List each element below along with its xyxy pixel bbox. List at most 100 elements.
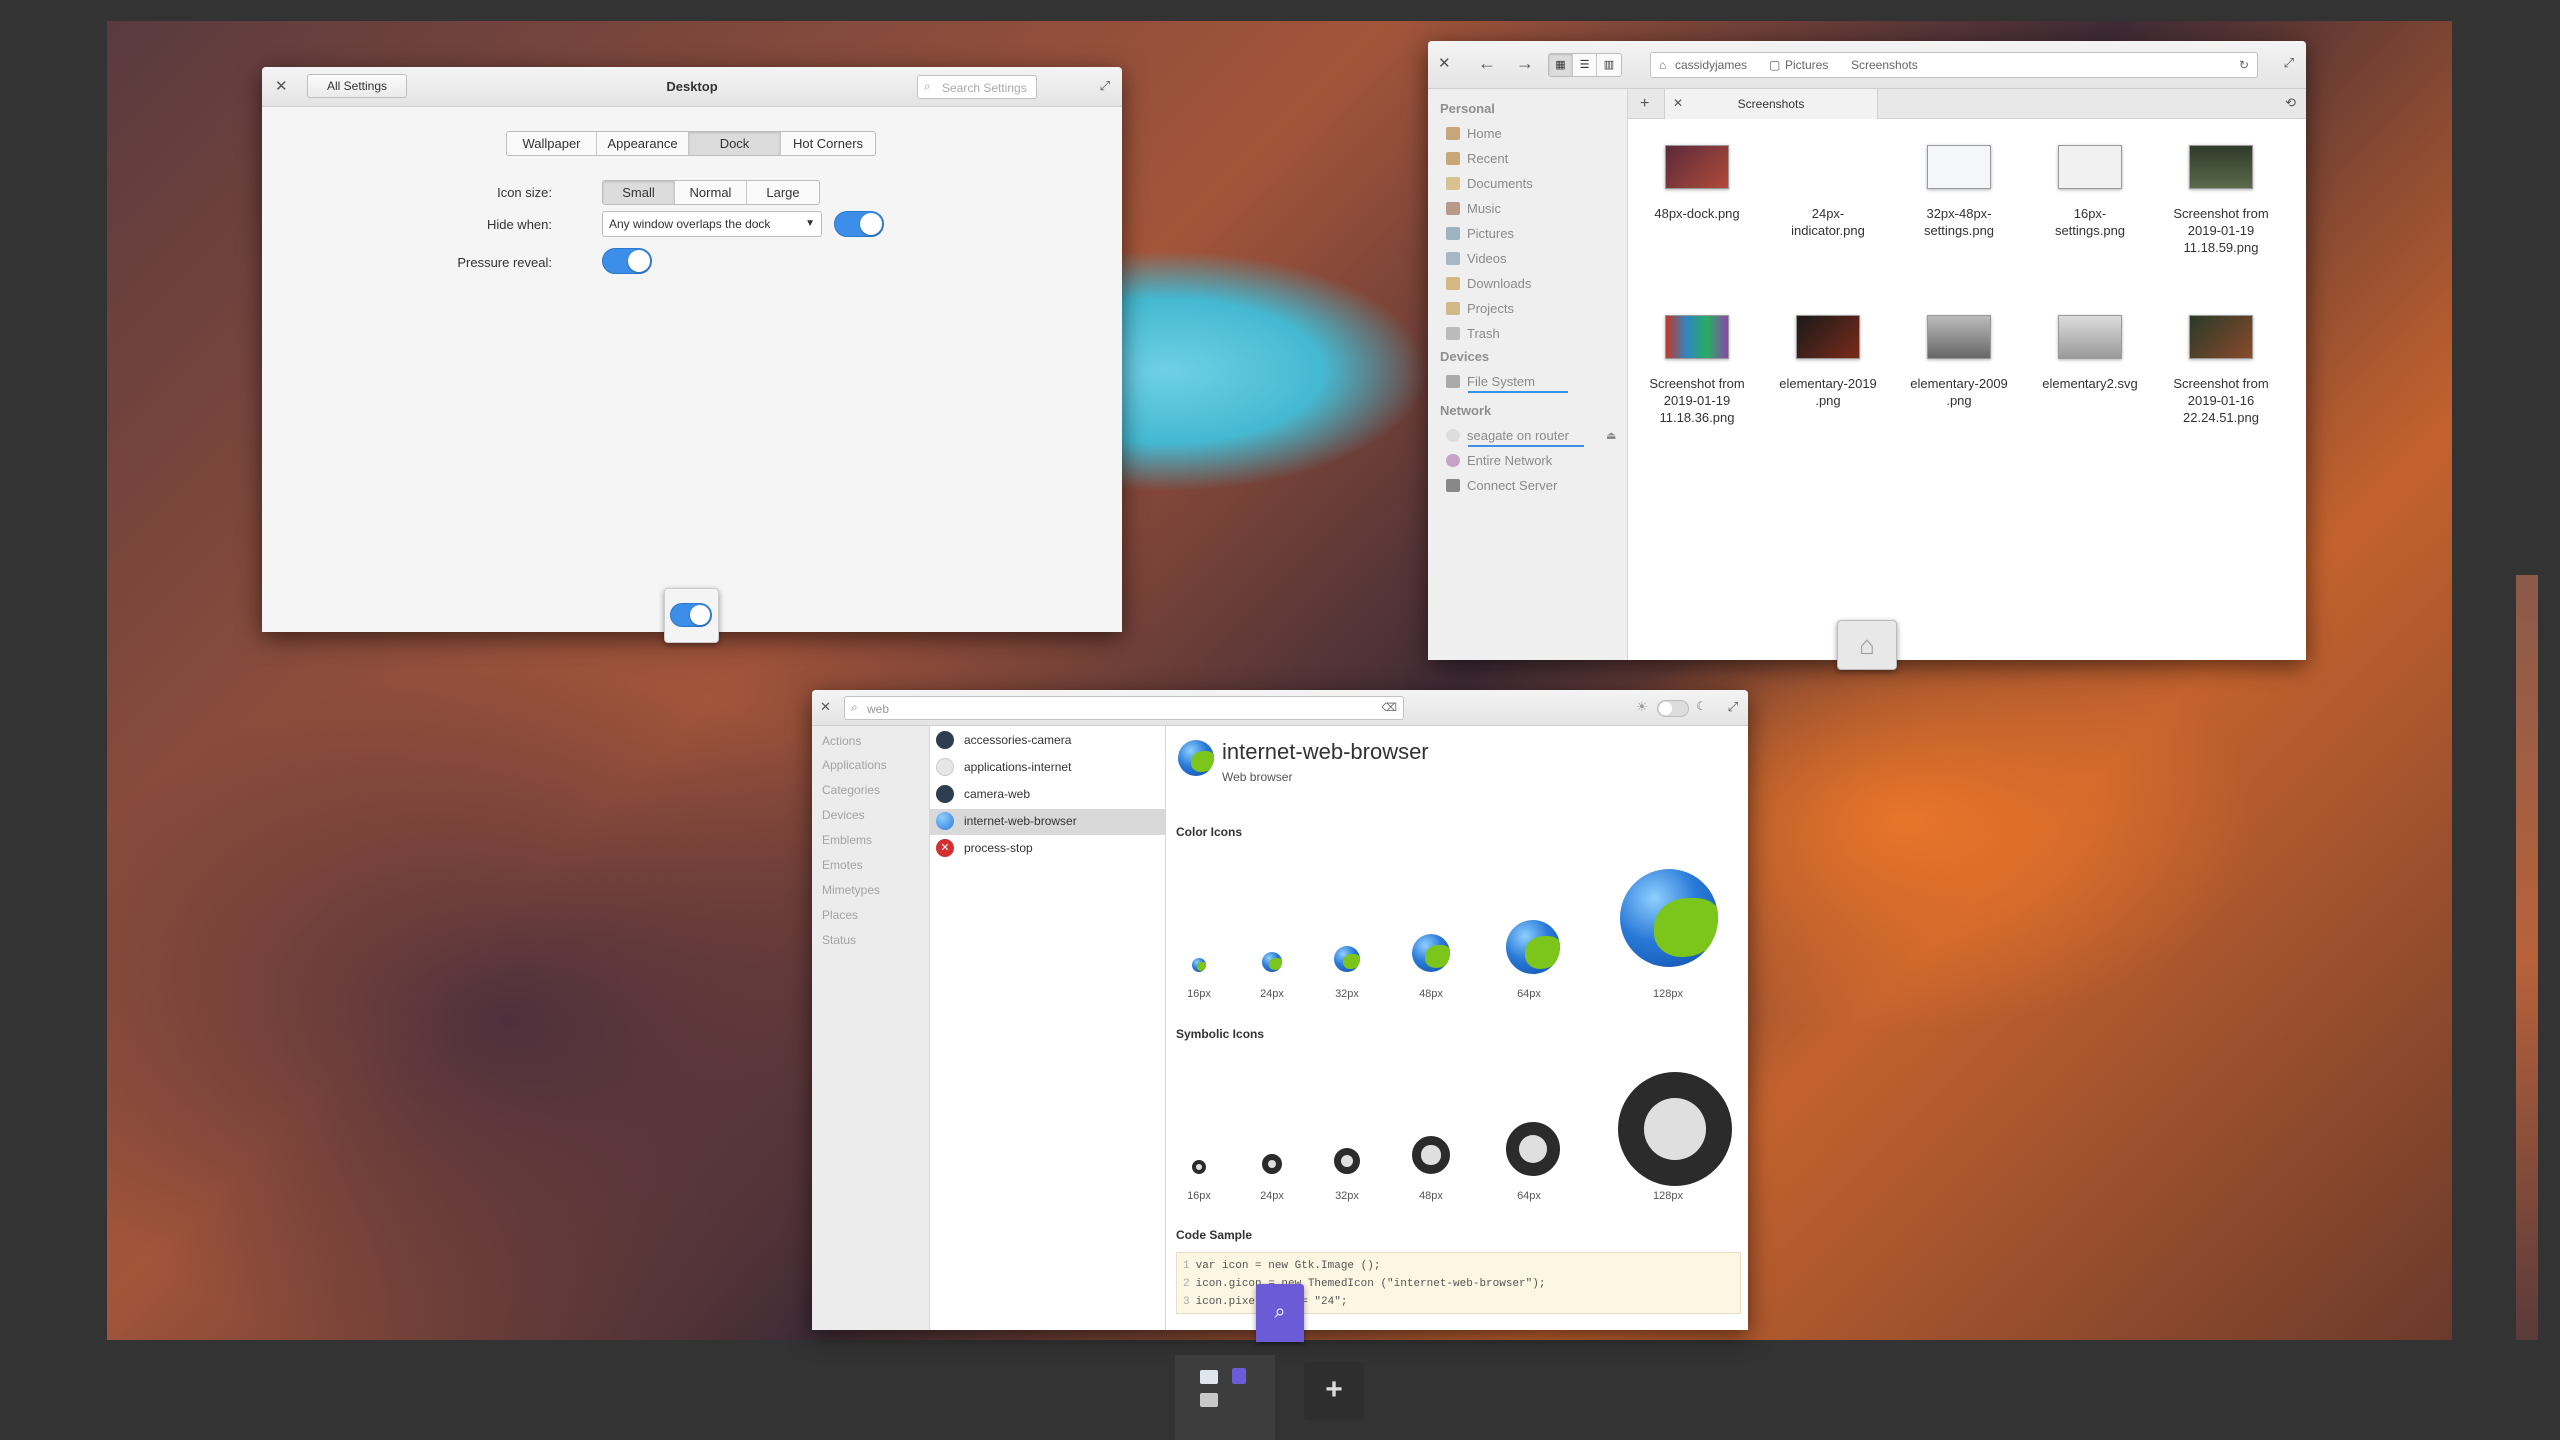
tab-appearance[interactable]: Appearance — [597, 132, 689, 155]
file-item[interactable]: elementary2.svg — [2027, 315, 2153, 392]
list-item[interactable]: accessories-camera — [936, 731, 1071, 749]
size-label: 128px — [1653, 1190, 1683, 1202]
new-tab-icon[interactable]: + — [1640, 96, 1649, 112]
maximize-icon[interactable]: ⤢ — [1728, 700, 1738, 713]
sidebar-item-projects[interactable]: Projects — [1446, 301, 1514, 316]
dark-mode-switch[interactable] — [1657, 700, 1689, 717]
hide-when-dropdown[interactable]: Any window overlaps the dock ▼ — [602, 211, 822, 237]
eject-icon[interactable]: ⏏ — [1606, 429, 1616, 442]
search-settings-input[interactable]: ⌕ Search Settings — [917, 75, 1037, 99]
files-window: ✕ ← → ▦ ☰ ▥ ⌂ cassidyjames ▢ Pictures Sc… — [1428, 41, 2306, 660]
file-item[interactable]: 24px-indicator.png — [1765, 145, 1891, 239]
sidebar-item-file-system[interactable]: File System — [1446, 374, 1535, 389]
workspace-thumbnail-active[interactable] — [1175, 1355, 1275, 1440]
file-item[interactable]: 16px-settings.png — [2027, 145, 2153, 239]
dropdown-arrow-icon: ▼ — [805, 218, 815, 229]
path-segment-home[interactable]: cassidyjames — [1675, 53, 1747, 77]
history-icon[interactable]: ⟲ — [2285, 96, 2296, 109]
home-icon: ⌂ — [1659, 58, 1667, 72]
file-grid: 48px-dock.png 24px-indicator.png 32px-48… — [1628, 119, 2306, 660]
globe-symbolic-icon-32 — [1334, 1148, 1360, 1174]
list-item[interactable]: applications-internet — [936, 758, 1071, 776]
category-emblems[interactable]: Emblems — [822, 833, 872, 847]
file-item[interactable]: elementary-2009 .png — [1896, 315, 2022, 409]
clear-search-icon[interactable]: ⌫ — [1381, 701, 1397, 714]
category-categories[interactable]: Categories — [822, 783, 880, 797]
sidebar-item-recent[interactable]: Recent — [1446, 151, 1508, 166]
category-devices[interactable]: Devices — [822, 808, 865, 822]
file-item[interactable]: Screenshot from 2019-01-19 11.18.59.png — [2158, 145, 2284, 256]
pressure-reveal-switch[interactable] — [602, 248, 652, 274]
forward-icon[interactable]: → — [1516, 54, 1534, 72]
file-item[interactable]: Screenshot from 2019-01-16 22.24.51.png — [2158, 315, 2284, 426]
hide-dock-switch[interactable] — [834, 211, 884, 237]
files-tabbar: + ✕ Screenshots ⟲ — [1628, 89, 2306, 119]
file-item[interactable]: elementary-2019 .png — [1765, 315, 1891, 409]
category-status[interactable]: Status — [822, 933, 856, 947]
category-places[interactable]: Places — [822, 908, 858, 922]
globe-symbolic-icon-16 — [1192, 1160, 1206, 1174]
sidebar-item-connect-server[interactable]: Connect Server — [1446, 478, 1557, 493]
path-segment-screenshots[interactable]: Screenshots — [1851, 53, 1918, 77]
icon-results-list: accessories-camera applications-internet… — [930, 726, 1166, 1330]
maximize-icon[interactable]: ⤢ — [1100, 79, 1110, 92]
icon-size-large[interactable]: Large — [747, 181, 819, 204]
list-item[interactable]: ✕ process-stop — [936, 839, 1033, 857]
close-icon[interactable]: ✕ — [820, 700, 831, 713]
column-view-icon[interactable]: ▥ — [1597, 54, 1621, 76]
sidebar-item-home[interactable]: Home — [1446, 126, 1502, 141]
files-headerbar: ✕ ← → ▦ ☰ ▥ ⌂ cassidyjames ▢ Pictures Sc… — [1428, 41, 2306, 89]
next-workspace-preview[interactable] — [2516, 575, 2538, 1340]
category-emotes[interactable]: Emotes — [822, 858, 863, 872]
sidebar-item-videos[interactable]: Videos — [1446, 251, 1507, 266]
sidebar-item-trash[interactable]: Trash — [1446, 326, 1500, 341]
tab-dock[interactable]: Dock — [689, 132, 781, 155]
sidebar-item-downloads[interactable]: Downloads — [1446, 276, 1531, 291]
sidebar-item-documents[interactable]: Documents — [1446, 176, 1533, 191]
icon-search-input[interactable]: ⌕ web ⌫ — [844, 696, 1404, 720]
hide-when-label: Hide when: — [486, 217, 552, 232]
sidebar-item-seagate[interactable]: seagate on router — [1446, 428, 1569, 443]
size-label: 48px — [1419, 988, 1443, 1000]
category-sidebar: Actions Applications Categories Devices … — [812, 726, 930, 1330]
files-dock-icon[interactable]: ⌂ — [1837, 620, 1897, 670]
size-label: 64px — [1517, 1190, 1541, 1202]
back-icon[interactable]: ← — [1478, 54, 1496, 72]
path-bar[interactable]: ⌂ cassidyjames ▢ Pictures Screenshots ↻ — [1650, 52, 2258, 78]
new-workspace-button[interactable]: + — [1304, 1362, 1364, 1420]
path-segment-pictures[interactable]: Pictures — [1785, 53, 1828, 77]
network-usage-bar — [1468, 445, 1584, 447]
grid-view-icon[interactable]: ▦ — [1549, 54, 1573, 76]
search-icon: ⌕ — [851, 700, 858, 714]
maximize-icon[interactable]: ⤢ — [2284, 56, 2294, 69]
devices-heading: Devices — [1440, 349, 1490, 364]
category-actions[interactable]: Actions — [822, 734, 861, 748]
tab-wallpaper[interactable]: Wallpaper — [507, 132, 597, 155]
close-icon[interactable]: ✕ — [1438, 56, 1451, 71]
icon-title: internet-web-browser — [1222, 739, 1429, 764]
file-item[interactable]: 32px-48px-settings.png — [1896, 145, 2022, 239]
list-view-icon[interactable]: ☰ — [1573, 54, 1597, 76]
file-item[interactable]: 48px-dock.png — [1634, 145, 1760, 222]
icon-size-small[interactable]: Small — [603, 181, 675, 204]
tab-hot-corners[interactable]: Hot Corners — [781, 132, 875, 155]
sidebar-item-pictures[interactable]: Pictures — [1446, 226, 1514, 241]
icon-browser-dock-icon[interactable]: ⌕ — [1256, 1284, 1304, 1342]
settings-dock-icon[interactable] — [664, 588, 719, 643]
tab-screenshots[interactable]: ✕ Screenshots — [1664, 89, 1878, 119]
globe-icon-48 — [1412, 934, 1450, 972]
size-label: 16px — [1187, 1190, 1211, 1202]
pictures-icon: ▢ — [1769, 58, 1781, 72]
list-item-selected[interactable]: internet-web-browser — [936, 812, 1077, 830]
sidebar-item-music[interactable]: Music — [1446, 201, 1501, 216]
globe-icon-64 — [1506, 920, 1560, 974]
settings-headerbar: ✕ All Settings Desktop ⌕ Search Settings… — [262, 67, 1122, 107]
list-item[interactable]: camera-web — [936, 785, 1030, 803]
sidebar-item-entire-network[interactable]: Entire Network — [1446, 453, 1552, 468]
category-mimetypes[interactable]: Mimetypes — [822, 883, 880, 897]
category-applications[interactable]: Applications — [822, 758, 887, 772]
icon-size-normal[interactable]: Normal — [675, 181, 747, 204]
search-icon: ⌕ — [1274, 1301, 1286, 1323]
file-item[interactable]: Screenshot from 2019-01-19 11.18.36.png — [1634, 315, 1760, 426]
reload-icon[interactable]: ↻ — [2239, 53, 2249, 77]
